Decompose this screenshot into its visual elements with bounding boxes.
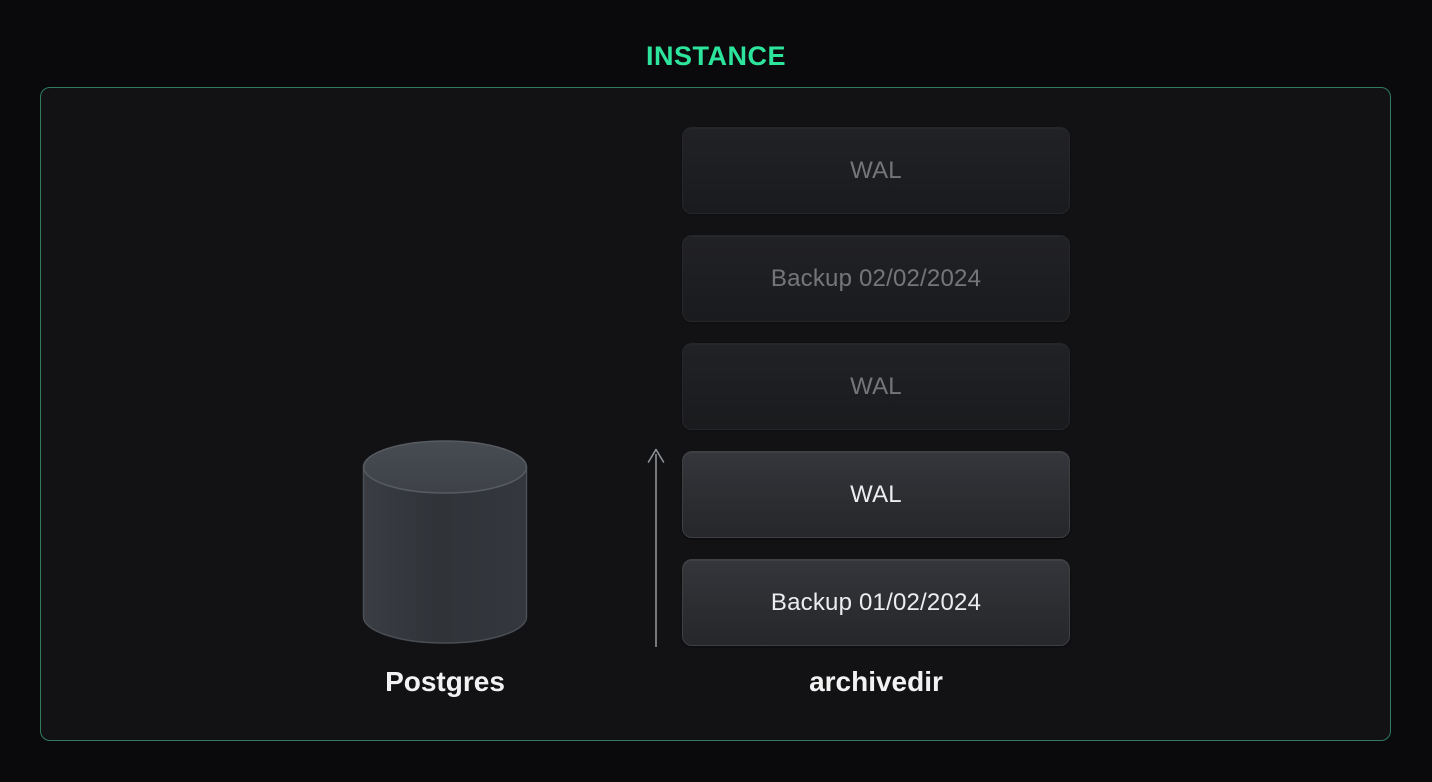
archive-box-wal-2: WAL	[682, 343, 1070, 430]
diagram-stage: INSTANCE Postgres WAL Backup 02/02/2024 …	[0, 0, 1432, 782]
instance-panel: Postgres WAL Backup 02/02/2024 WAL WAL B…	[40, 87, 1391, 741]
archive-box-backup-1: Backup 02/02/2024	[682, 235, 1070, 322]
archive-box-wal-1: WAL	[682, 127, 1070, 214]
archive-box-backup-2: Backup 01/02/2024	[682, 559, 1070, 646]
upward-arrow-icon	[647, 448, 665, 647]
archivedir-label: archivedir	[809, 666, 943, 697]
database-cylinder-icon	[362, 440, 528, 644]
postgres-label: Postgres	[385, 666, 505, 697]
instance-title: INSTANCE	[645, 41, 786, 71]
archive-box-wal-3: WAL	[682, 451, 1070, 538]
